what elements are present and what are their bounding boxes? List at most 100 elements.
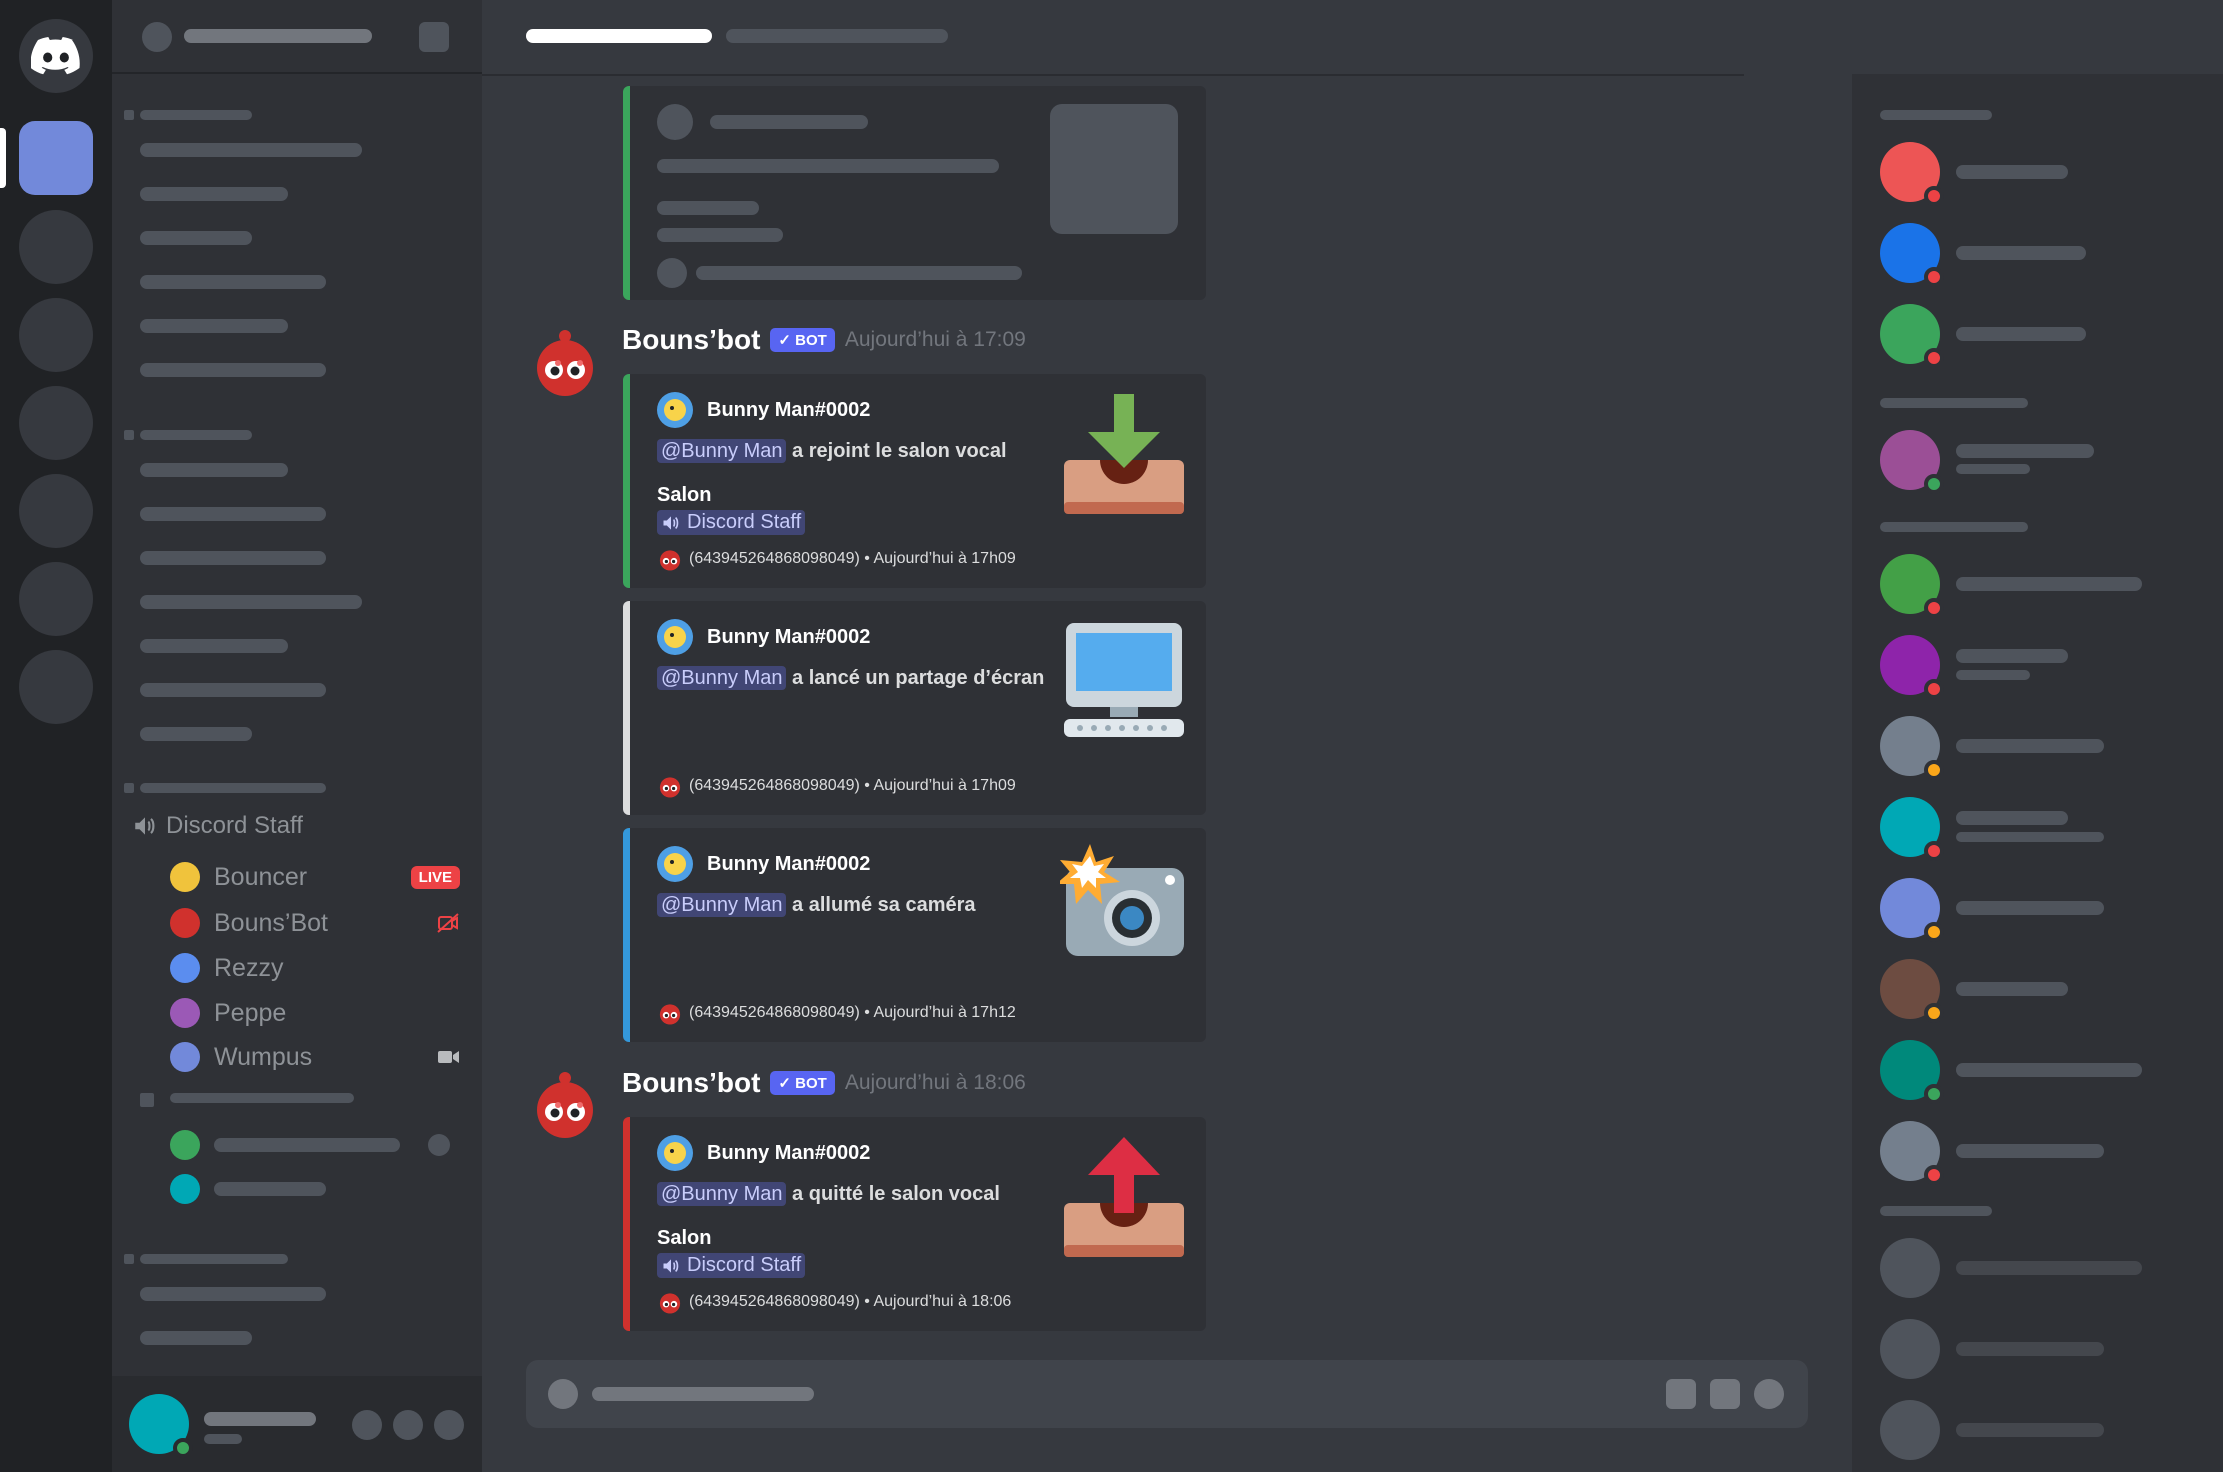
mic-icon[interactable]	[352, 1410, 382, 1440]
server-icon[interactable]	[19, 562, 93, 636]
voice-user-wumpus[interactable]: Wumpus	[170, 1042, 460, 1072]
member-avatar[interactable]	[1880, 635, 1944, 699]
dnd-status-icon	[1924, 186, 1944, 206]
voice-user-name: Bouncer	[214, 862, 308, 891]
category-placeholder[interactable]	[140, 783, 326, 793]
member-avatar[interactable]	[1880, 554, 1944, 618]
user-mention[interactable]: @Bunny Man	[657, 439, 787, 463]
message-author[interactable]: Bouns’bot	[622, 1067, 760, 1099]
embed-description: @Bunny Man a rejoint le salon vocal	[657, 439, 1007, 463]
member-name-placeholder[interactable]	[1956, 901, 2104, 915]
server-icon[interactable]	[19, 474, 93, 548]
member-name-placeholder[interactable]	[1956, 577, 2142, 591]
channel-placeholder[interactable]	[140, 187, 288, 201]
member-name-placeholder[interactable]	[1956, 739, 2104, 753]
voice-user-peppe[interactable]: Peppe	[170, 998, 460, 1028]
channel-placeholder[interactable]	[140, 727, 252, 741]
member-avatar[interactable]	[1880, 1121, 1944, 1185]
member-avatar[interactable]	[1880, 430, 1944, 494]
channel-placeholder[interactable]	[140, 1287, 326, 1301]
channel-placeholder[interactable]	[140, 507, 326, 521]
channel-placeholder[interactable]	[140, 1331, 252, 1345]
user-placeholder[interactable]	[214, 1138, 400, 1152]
channel-placeholder[interactable]	[140, 143, 362, 157]
channel-placeholder[interactable]	[140, 595, 362, 609]
channel-placeholder[interactable]	[140, 319, 288, 333]
voice-user-bouncer[interactable]: Bouncer LIVE	[170, 862, 460, 892]
member-avatar[interactable]	[1880, 304, 1944, 368]
header-action-icon[interactable]	[419, 22, 449, 52]
member-name-placeholder[interactable]	[1956, 1342, 2104, 1356]
user-avatar[interactable]	[170, 1174, 200, 1204]
placeholder-embed	[623, 86, 1206, 300]
embed-field-channel[interactable]: Discord Staff	[657, 510, 806, 535]
placeholder-thumbnail	[1050, 104, 1178, 234]
user-mention[interactable]: @Bunny Man	[657, 893, 787, 917]
server-icon[interactable]	[19, 298, 93, 372]
channel-placeholder[interactable]	[140, 639, 288, 653]
member-avatar[interactable]	[1880, 223, 1944, 287]
member-avatar[interactable]	[1880, 1040, 1944, 1104]
user-mention[interactable]: @Bunny Man	[657, 666, 787, 690]
member-avatar[interactable]	[1880, 878, 1944, 942]
member-name-placeholder[interactable]	[1956, 1423, 2104, 1437]
server-icon[interactable]	[19, 650, 93, 724]
emoji-icon[interactable]	[1754, 1379, 1784, 1409]
self-avatar[interactable]	[129, 1394, 193, 1458]
category-placeholder[interactable]	[140, 110, 252, 120]
voice-user-bounsbot[interactable]: Bouns’Bot	[170, 908, 460, 938]
server-icon-selected[interactable]	[19, 121, 93, 195]
embed-description: @Bunny Man a allumé sa caméra	[657, 893, 976, 917]
server-icon[interactable]	[19, 386, 93, 460]
message-composer[interactable]	[526, 1360, 1808, 1428]
member-avatar[interactable]	[1880, 959, 1944, 1023]
server-icon[interactable]	[19, 210, 93, 284]
member-avatar[interactable]	[1880, 797, 1944, 861]
offline-member-avatar[interactable]	[1880, 1400, 1940, 1460]
member-name-placeholder[interactable]	[1956, 1261, 2142, 1275]
voice-user-rezzy[interactable]: Rezzy	[170, 953, 460, 983]
embed-field-channel[interactable]: Discord Staff	[657, 1253, 806, 1278]
message-header: Bouns’bot ✓ BOT Aujourd’hui à 17:09	[622, 324, 1026, 356]
member-name-placeholder[interactable]	[1956, 246, 2086, 260]
member-name-placeholder[interactable]	[1956, 1144, 2104, 1158]
category-placeholder[interactable]	[170, 1093, 354, 1103]
category-placeholder[interactable]	[140, 430, 252, 440]
channel-placeholder[interactable]	[140, 551, 326, 565]
message-input-placeholder[interactable]	[592, 1387, 814, 1401]
user-placeholder[interactable]	[214, 1182, 326, 1196]
channel-sidebar: Discord Staff Bouncer LIVE Bouns’Bot Rez…	[112, 0, 482, 1472]
attach-icon[interactable]	[548, 1379, 578, 1409]
user-panel	[112, 1376, 482, 1472]
channel-placeholder[interactable]	[140, 231, 252, 245]
member-name-placeholder[interactable]	[1956, 165, 2068, 179]
speaker-icon	[135, 817, 155, 835]
member-name-placeholder[interactable]	[1956, 1063, 2142, 1077]
category-placeholder[interactable]	[140, 1254, 288, 1264]
offline-member-avatar[interactable]	[1880, 1319, 1940, 1379]
gift-icon[interactable]	[1666, 1379, 1696, 1409]
settings-icon[interactable]	[434, 1410, 464, 1440]
message-author[interactable]: Bouns’bot	[622, 324, 760, 356]
member-avatar[interactable]	[1880, 716, 1944, 780]
user-mention[interactable]: @Bunny Man	[657, 1182, 787, 1206]
channel-placeholder[interactable]	[140, 683, 326, 697]
member-name-placeholder[interactable]	[1956, 811, 2068, 825]
embed-footer: (643945264868098049) • Aujourd’hui à 17h…	[657, 546, 1016, 572]
member-avatar[interactable]	[1880, 142, 1944, 206]
member-name-placeholder[interactable]	[1956, 982, 2068, 996]
offline-member-avatar[interactable]	[1880, 1238, 1940, 1298]
channel-placeholder[interactable]	[140, 363, 326, 377]
voice-channel-discord-staff[interactable]: Discord Staff	[132, 812, 303, 840]
channel-placeholder[interactable]	[140, 275, 326, 289]
member-name-placeholder[interactable]	[1956, 649, 2068, 663]
bunny-man-avatar	[657, 1135, 693, 1171]
member-name-placeholder[interactable]	[1956, 444, 2094, 458]
channel-placeholder[interactable]	[140, 463, 288, 477]
discord-home-button[interactable]	[19, 19, 93, 93]
gif-icon[interactable]	[1710, 1379, 1740, 1409]
user-avatar[interactable]	[170, 1130, 200, 1160]
headphones-icon[interactable]	[393, 1410, 423, 1440]
server-header[interactable]	[112, 0, 482, 74]
member-name-placeholder[interactable]	[1956, 327, 2086, 341]
